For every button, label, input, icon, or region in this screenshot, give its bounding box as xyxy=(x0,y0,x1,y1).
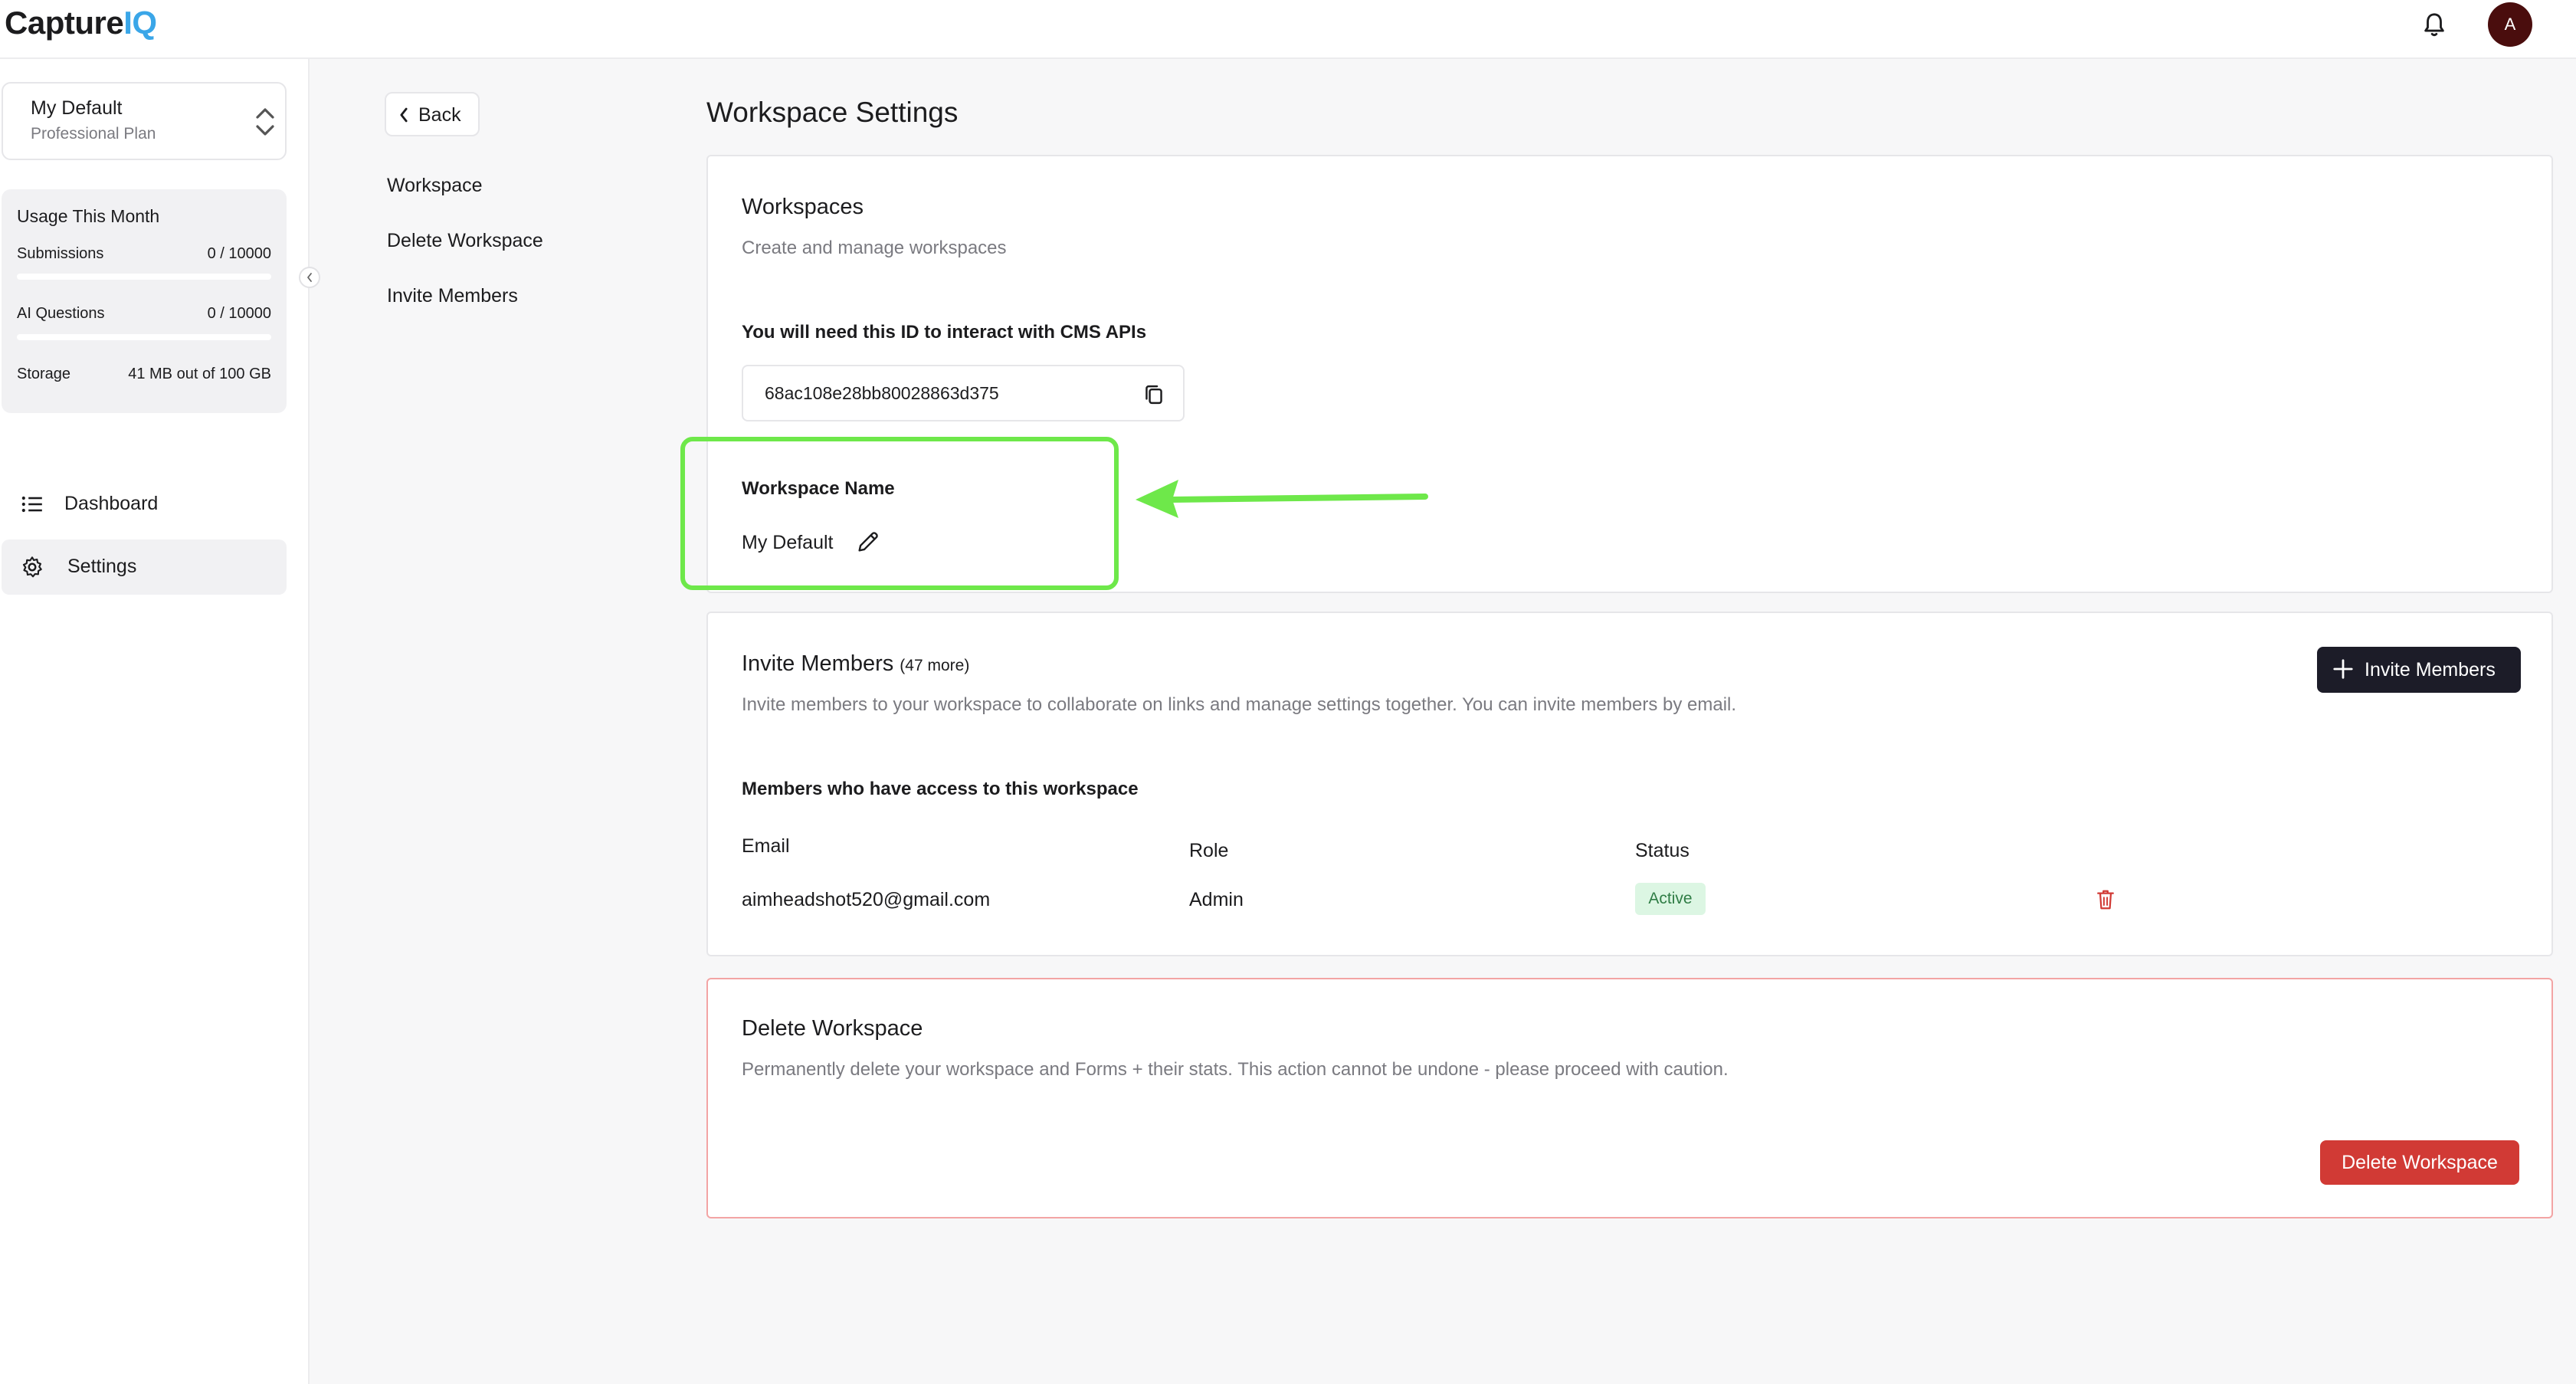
annotation-arrow-icon xyxy=(1136,480,1428,518)
usage-submissions-label: Submissions xyxy=(17,245,104,262)
delete-workspace-card: Delete Workspace Permanently delete your… xyxy=(706,978,2553,1218)
delete-workspace-card-title: Delete Workspace xyxy=(742,1016,923,1041)
highlight-box xyxy=(680,437,1119,590)
delete-workspace-button[interactable]: Delete Workspace xyxy=(2320,1140,2519,1185)
status-badge: Active xyxy=(1635,883,1706,915)
workspace-switcher[interactable]: My Default Professional Plan xyxy=(2,82,287,160)
app-logo[interactable]: CaptureIQ xyxy=(5,3,157,43)
subnav-item-workspace[interactable]: Workspace xyxy=(387,175,483,197)
subnav-item-delete-workspace[interactable]: Delete Workspace xyxy=(387,230,543,252)
invite-members-card: Invite Members (47 more) Invite members … xyxy=(706,612,2553,956)
invite-members-card-title: Invite Members (47 more) xyxy=(742,651,969,677)
usage-ai-value: 0 / 10000 xyxy=(207,305,271,322)
back-button-label: Back xyxy=(418,104,461,126)
chevron-left-icon xyxy=(400,107,408,123)
usage-submissions-value: 0 / 10000 xyxy=(207,245,271,262)
usage-ai-bar xyxy=(17,334,271,340)
trash-icon[interactable] xyxy=(2095,887,2116,912)
bell-icon[interactable] xyxy=(2421,11,2447,40)
column-header-email: Email xyxy=(742,835,790,857)
workspace-id-label: You will need this ID to interact with C… xyxy=(742,322,1147,343)
copy-icon[interactable] xyxy=(1143,383,1165,406)
sidebar-item-label: Settings xyxy=(67,556,137,577)
chevron-up-down-icon xyxy=(256,108,274,136)
workspace-id-value: 68ac108e28bb80028863d375 xyxy=(765,383,999,403)
logo-accent: IQ xyxy=(123,5,157,41)
member-role: Admin xyxy=(1189,889,1244,910)
members-heading: Members who have access to this workspac… xyxy=(742,779,1139,799)
sidebar: My Default Professional Plan Usage This … xyxy=(0,59,310,1384)
collapse-sidebar-button[interactable] xyxy=(299,267,320,288)
invite-members-button-label: Invite Members xyxy=(2365,659,2496,681)
user-avatar[interactable]: A xyxy=(2488,2,2532,47)
logo-main: Capture xyxy=(5,5,124,41)
chevron-left-icon xyxy=(307,273,312,282)
usage-storage-value: 41 MB out of 100 GB xyxy=(128,366,271,382)
invite-members-title-text: Invite Members xyxy=(742,651,894,676)
invite-members-more-count: (47 more) xyxy=(900,657,970,674)
usage-panel: Usage This Month Submissions 0 / 10000 A… xyxy=(2,189,287,413)
workspaces-card-title: Workspaces xyxy=(742,195,864,219)
workspace-switcher-name: My Default xyxy=(31,97,123,119)
member-email: aimheadshot520@gmail.com xyxy=(742,889,991,910)
column-header-status: Status xyxy=(1635,840,1689,861)
list-icon xyxy=(21,496,42,513)
workspace-id-field: 68ac108e28bb80028863d375 xyxy=(742,365,1185,421)
usage-ai-label: AI Questions xyxy=(17,305,105,322)
gear-icon xyxy=(22,556,42,578)
column-header-role: Role xyxy=(1189,840,1229,861)
usage-title: Usage This Month xyxy=(17,206,160,226)
invite-members-button[interactable]: Invite Members xyxy=(2317,647,2521,693)
sidebar-item-label: Dashboard xyxy=(64,493,159,514)
invite-members-card-description: Invite members to your workspace to coll… xyxy=(742,694,1737,715)
usage-submissions-bar xyxy=(17,274,271,280)
usage-storage-label: Storage xyxy=(17,366,71,382)
workspaces-card-description: Create and manage workspaces xyxy=(742,238,1007,258)
subnav-item-invite-members[interactable]: Invite Members xyxy=(387,285,518,307)
back-button[interactable]: Back xyxy=(385,92,480,136)
workspace-switcher-plan: Professional Plan xyxy=(31,125,156,143)
top-bar: CaptureIQ A xyxy=(0,0,2576,59)
page-title: Workspace Settings xyxy=(706,97,959,128)
delete-workspace-card-description: Permanently delete your workspace and Fo… xyxy=(742,1059,1729,1080)
sidebar-item-settings[interactable]: Settings xyxy=(2,539,287,595)
plus-icon xyxy=(2333,659,2353,679)
sidebar-item-dashboard[interactable]: Dashboard xyxy=(2,477,287,532)
